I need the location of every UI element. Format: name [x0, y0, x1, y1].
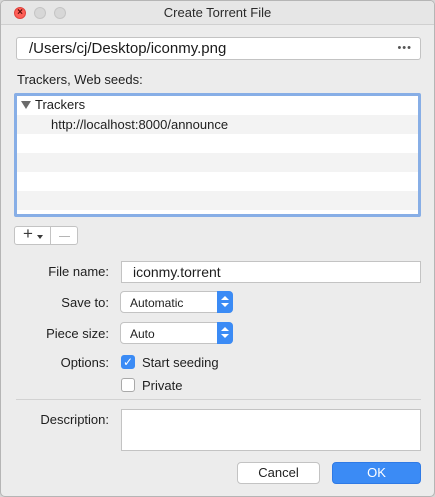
trackers-tree[interactable]: Trackers http://localhost:8000/announce	[14, 93, 421, 217]
minus-icon	[59, 236, 70, 237]
start-seeding-label[interactable]: Start seeding	[142, 355, 219, 370]
remove-tracker-button[interactable]	[51, 227, 77, 244]
cancel-button[interactable]: Cancel	[237, 462, 320, 484]
disclosure-triangle-icon[interactable]	[21, 100, 31, 109]
plus-icon: +	[23, 224, 33, 243]
options-label: Options:	[60, 355, 109, 370]
save-to-label: Save to:	[61, 295, 109, 310]
source-path-field[interactable]: /Users/cj/Desktop/iconmy.png •••	[16, 37, 421, 60]
tree-row-empty	[17, 172, 418, 191]
ellipsis-icon[interactable]: •••	[397, 42, 412, 54]
trackers-section-label: Trackers, Web seeds:	[17, 72, 143, 87]
tracker-url: http://localhost:8000/announce	[51, 117, 229, 132]
tree-row-tracker[interactable]: http://localhost:8000/announce	[17, 115, 418, 134]
tracker-list-controls: +	[14, 224, 78, 245]
popup-arrows-icon	[217, 291, 233, 313]
private-checkbox[interactable]	[121, 378, 135, 392]
trackers-group-label: Trackers	[35, 97, 86, 112]
piece-size-value: Auto	[130, 327, 155, 341]
save-to-value: Automatic	[130, 296, 184, 310]
create-torrent-dialog: × Create Torrent File /Users/cj/Desktop/…	[0, 0, 435, 497]
chevron-down-icon	[37, 235, 43, 239]
tree-row-trackers-group[interactable]: Trackers	[17, 96, 418, 115]
description-label: Description:	[40, 412, 109, 427]
popup-arrows-icon	[217, 322, 233, 344]
checkmark-icon: ✓	[122, 355, 134, 369]
file-name-value: iconmy.torrent	[133, 264, 221, 280]
description-textarea[interactable]	[121, 409, 421, 451]
file-name-input[interactable]: iconmy.torrent	[121, 261, 421, 283]
add-tracker-button[interactable]: +	[15, 224, 51, 244]
source-path-value: /Users/cj/Desktop/iconmy.png	[29, 40, 227, 57]
piece-size-popup[interactable]: Auto	[120, 322, 233, 344]
tree-row-empty	[17, 134, 418, 153]
start-seeding-checkbox[interactable]: ✓	[121, 355, 135, 369]
title-bar: × Create Torrent File	[1, 1, 434, 25]
ok-button[interactable]: OK	[332, 462, 421, 484]
piece-size-label: Piece size:	[46, 326, 109, 341]
window-title: Create Torrent File	[163, 5, 272, 20]
save-to-popup[interactable]: Automatic	[120, 291, 233, 313]
tree-row-empty	[17, 191, 418, 210]
file-name-label: File name:	[48, 264, 109, 279]
divider	[16, 399, 421, 400]
tree-row-empty	[17, 153, 418, 172]
private-label[interactable]: Private	[142, 378, 182, 393]
